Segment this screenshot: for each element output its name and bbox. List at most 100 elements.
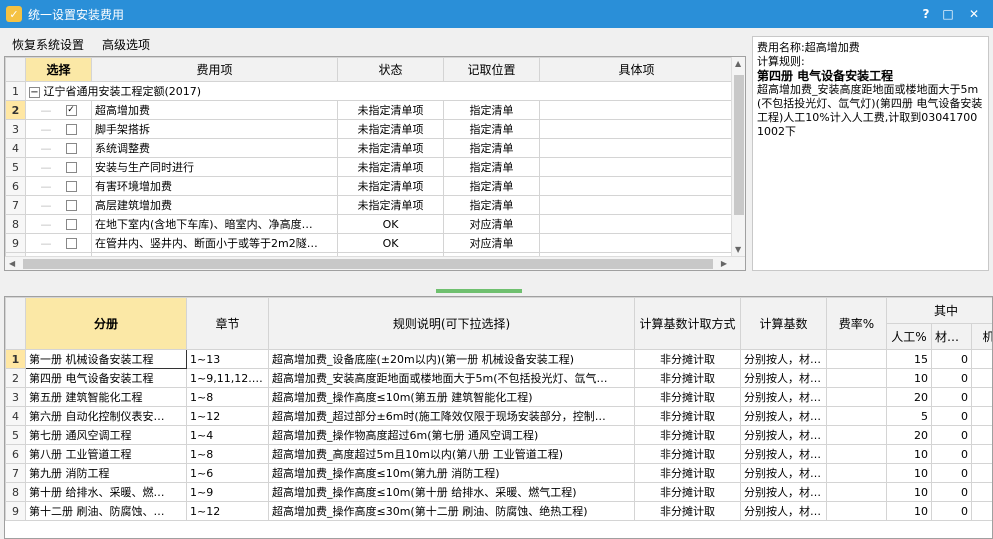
labor-cell[interactable]: 10 [886,501,932,521]
base-cell[interactable]: 分别按人，材，机取费 [740,425,827,445]
header-method[interactable]: 计算基数计取方式 [634,297,741,350]
fee-item-location[interactable]: 对应清单 [443,214,540,234]
base-cell[interactable]: 分别按人，材，机取费 [740,368,827,388]
fee-item-name[interactable]: 系统调整费 [91,138,338,158]
fee-item-row[interactable]: 7 — 高层建筑增加费 未指定清单项 指定清单 [5,195,734,215]
restore-system-settings-menu[interactable]: 恢复系统设置 [12,36,84,54]
fee-item-row[interactable]: 9 — 在管井内、竖井内、断面小于或等于2m2隧… OK 对应清单 [5,233,734,253]
fee-item-detail[interactable] [539,138,734,158]
header-status[interactable]: 状态 [337,57,444,82]
fee-item-detail[interactable] [539,233,734,253]
machine-cell[interactable] [970,463,992,483]
rule-row[interactable]: 9 第十二册 刷油、防腐蚀、… 1~12 超高增加费_操作高度≤30m(第十二册 刷油… [5,501,992,521]
rule-row[interactable]: 5 第七册 通风空调工程 1~4 超高增加费_操作物高度超过6m(第七册 通风空调工程… [5,425,992,445]
method-cell[interactable]: 非分摊计取 [634,425,741,445]
volume-cell[interactable]: 第四册 电气设备安装工程 [25,368,187,388]
advanced-options-menu[interactable]: 高级选项 [102,36,150,54]
material-cell[interactable]: 0 [931,406,972,426]
fee-item-location[interactable]: 指定清单 [443,119,540,139]
header-machine[interactable]: 机 [970,323,992,350]
chapter-cell[interactable]: 1~9,11,12.… [186,368,269,388]
header-detail[interactable]: 具体项 [539,57,734,82]
labor-cell[interactable]: 10 [886,368,932,388]
fee-item-row[interactable]: 2 — ✓ 超高增加费 未指定清单项 指定清单 [5,100,734,120]
rule-row[interactable]: 6 第八册 工业管道工程 1~8 超高增加费_高度超过5m且10m以内(第八册 工业管… [5,444,992,464]
material-cell[interactable]: 0 [931,482,972,502]
rule-cell[interactable]: 超高增加费_超过部分±6m时(施工降效仅限于现场安装部分，控制… [268,406,635,426]
labor-cell[interactable]: 5 [886,406,932,426]
fee-item-location[interactable]: 指定清单 [443,195,540,215]
header-fee-item[interactable]: 费用项 [91,57,338,82]
rule-cell[interactable]: 超高增加费_操作高度≤10m(第五册 建筑智能化工程) [268,387,635,407]
collapse-toggle-icon[interactable]: − [29,86,40,98]
machine-cell[interactable] [970,444,992,464]
fee-item-name[interactable]: 有害环境增加费 [91,176,338,196]
labor-cell[interactable]: 10 [886,444,932,464]
volume-cell[interactable]: 第六册 自动化控制仪表安… [25,406,187,426]
scroll-right-icon[interactable]: ▶ [721,259,727,268]
material-cell[interactable]: 0 [931,501,972,521]
fee-item-detail[interactable] [539,176,734,196]
method-cell[interactable]: 非分摊计取 [634,463,741,483]
material-cell[interactable]: 0 [931,463,972,483]
fee-item-location[interactable]: 对应清单 [443,233,540,253]
header-rule[interactable]: 规则说明(可下拉选择) [268,297,635,350]
base-cell[interactable]: 分别按人，材，机取费 [740,482,827,502]
rate-cell[interactable] [826,368,887,388]
header-location[interactable]: 记取位置 [443,57,540,82]
labor-cell[interactable]: 15 [886,349,932,369]
base-cell[interactable]: 分别按人，材，机取费 [740,387,827,407]
header-labor[interactable]: 人工% [886,323,932,350]
rule-row[interactable]: 2 第四册 电气设备安装工程 1~9,11,12.… 超高增加费_安装高度距地面或楼地… [5,368,992,388]
method-cell[interactable]: 非分摊计取 [634,406,741,426]
fee-item-detail[interactable] [539,214,734,234]
method-cell[interactable]: 非分摊计取 [634,482,741,502]
machine-cell[interactable] [970,387,992,407]
base-cell[interactable]: 分别按人，材，机取费 [740,501,827,521]
horizontal-scrollbar[interactable]: ◀ ▶ [5,256,745,270]
volume-cell[interactable]: 第一册 机械设备安装工程 [25,349,187,369]
rate-cell[interactable] [826,387,887,407]
fee-item-location[interactable]: 指定清单 [443,176,540,196]
select-checkbox[interactable] [65,238,77,249]
fee-item-row[interactable]: 8 — 在地下室内(含地下车库)、暗室内、净高度… OK 对应清单 [5,214,734,234]
chapter-cell[interactable]: 1~6 [186,463,269,483]
chapter-cell[interactable]: 1~12 [186,406,269,426]
fee-item-name[interactable]: 超高增加费 [91,100,338,120]
fee-item-name[interactable]: 安装与生产同时进行 [91,157,338,177]
labor-cell[interactable]: 10 [886,463,932,483]
fee-item-detail[interactable] [539,100,734,120]
rule-row[interactable]: 7 第九册 消防工程 1~6 超高增加费_操作高度≤10m(第九册 消防工程) 非分摊计… [5,463,992,483]
rule-cell[interactable]: 超高增加费_设备底座(±20m以内)(第一册 机械设备安装工程) [268,349,635,369]
chapter-cell[interactable]: 1~4 [186,425,269,445]
fee-item-name[interactable]: 高层建筑增加费 [91,195,338,215]
material-cell[interactable]: 0 [931,368,972,388]
chapter-cell[interactable]: 1~8 [186,387,269,407]
fee-item-detail[interactable] [539,157,734,177]
method-cell[interactable]: 非分摊计取 [634,368,741,388]
header-select[interactable]: 选择 [25,57,92,82]
rate-cell[interactable] [826,482,887,502]
fee-item-name[interactable]: 脚手架搭拆 [91,119,338,139]
scroll-thumb[interactable] [734,75,744,215]
rate-cell[interactable] [826,349,887,369]
close-button[interactable]: ✕ [966,6,982,22]
rule-cell[interactable]: 超高增加费_操作物高度超过6m(第七册 通风空调工程) [268,425,635,445]
chapter-cell[interactable]: 1~8 [186,444,269,464]
fee-item-location[interactable]: 指定清单 [443,157,540,177]
material-cell[interactable]: 0 [931,387,972,407]
labor-cell[interactable]: 20 [886,425,932,445]
select-checkbox[interactable] [65,181,77,192]
scroll-up-icon[interactable]: ▲ [735,59,741,68]
rate-cell[interactable] [826,444,887,464]
fee-item-row[interactable]: 4 — 系统调整费 未指定清单项 指定清单 [5,138,734,158]
method-cell[interactable]: 非分摊计取 [634,349,741,369]
fee-item-detail[interactable] [539,195,734,215]
chapter-cell[interactable]: 1~13 [186,349,269,369]
machine-cell[interactable] [970,349,992,369]
method-cell[interactable]: 非分摊计取 [634,501,741,521]
material-cell[interactable]: 0 [931,349,972,369]
base-cell[interactable]: 分别按人，材，机取费 [740,463,827,483]
rule-row[interactable]: 3 第五册 建筑智能化工程 1~8 超高增加费_操作高度≤10m(第五册 建筑智能化工… [5,387,992,407]
method-cell[interactable]: 非分摊计取 [634,387,741,407]
